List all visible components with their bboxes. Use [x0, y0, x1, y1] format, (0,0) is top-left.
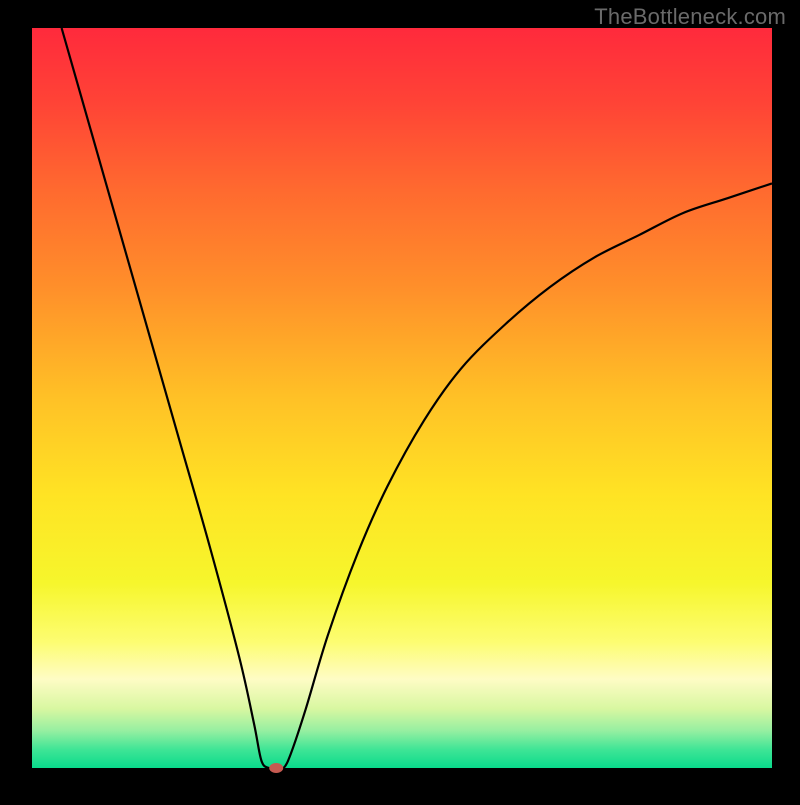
- minimum-marker: [269, 763, 283, 773]
- bottleneck-chart: [0, 0, 800, 800]
- watermark-text: TheBottleneck.com: [594, 4, 786, 30]
- plot-background: [32, 28, 772, 768]
- chart-frame: TheBottleneck.com: [0, 0, 800, 800]
